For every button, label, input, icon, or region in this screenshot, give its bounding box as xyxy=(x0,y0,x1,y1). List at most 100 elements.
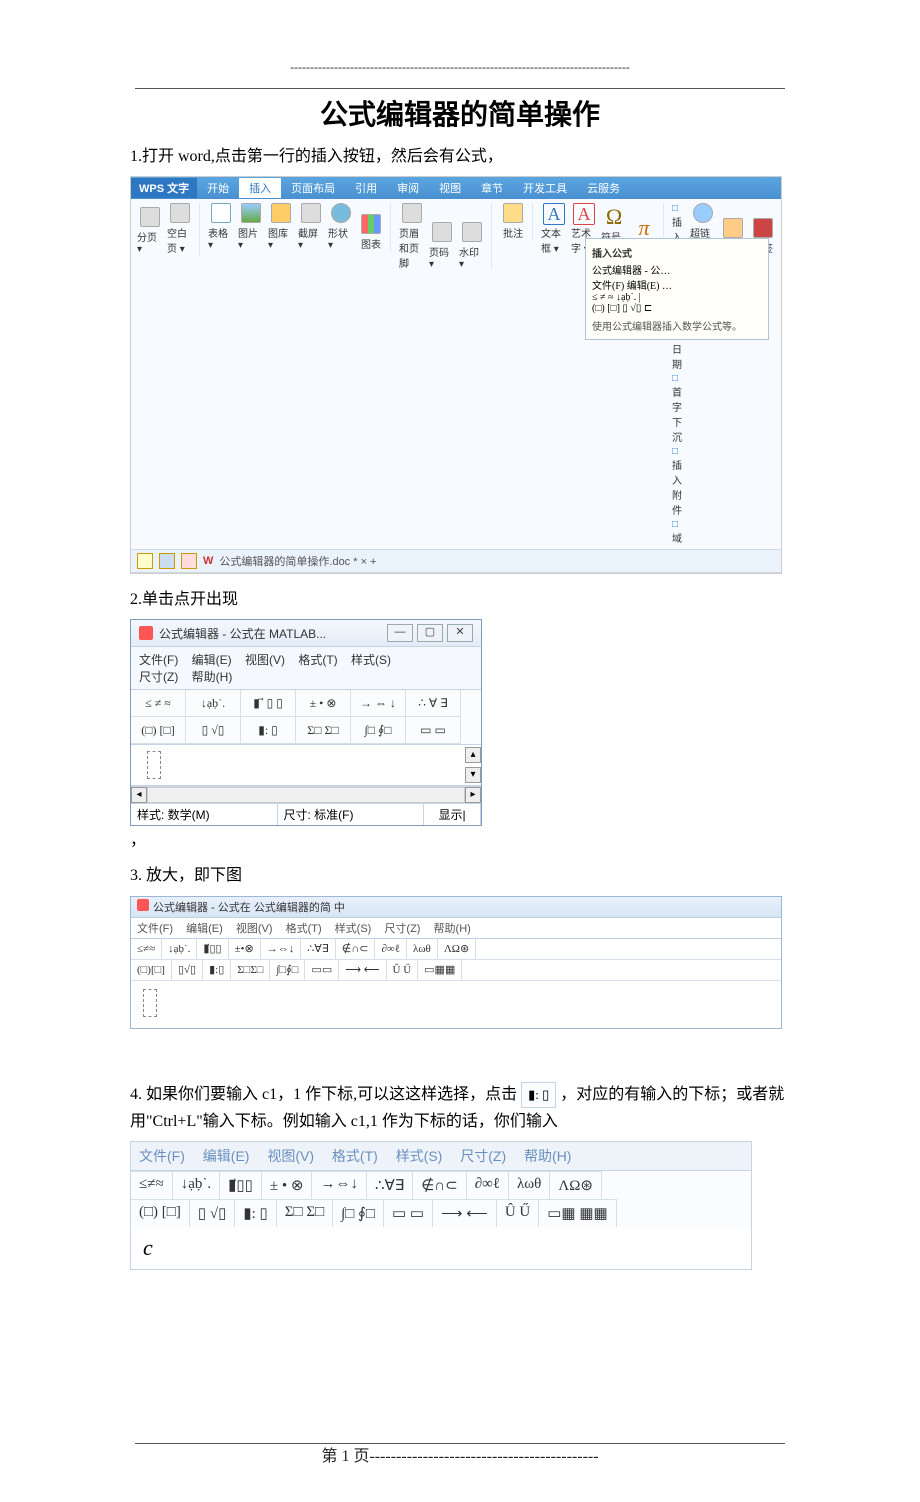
bs-r2-6[interactable]: ⟶ ⟵ xyxy=(433,1199,497,1227)
side-attachment[interactable]: 插入附件 xyxy=(672,446,682,517)
lg-menu-style[interactable]: 样式(S) xyxy=(335,923,372,935)
lg-r2-4[interactable]: ∫□∮□ xyxy=(270,960,305,980)
lg-r2-0[interactable]: (□)[□] xyxy=(131,960,172,980)
lg-menu-view[interactable]: 视图(V) xyxy=(236,923,273,935)
bs-r1-1[interactable]: ↓ạḅ˙. xyxy=(173,1171,220,1199)
eq-tool-integrals[interactable]: ∫□ ∮□ xyxy=(351,717,406,744)
eq-tool-sums[interactable]: Σ□ Σ□ xyxy=(296,717,351,744)
menu-style[interactable]: 样式(S) xyxy=(351,653,391,667)
lg-r2-8[interactable]: ▭▦▦ xyxy=(418,960,462,980)
tab-cloud[interactable]: 云服务 xyxy=(577,178,630,198)
eq-tool-subsup[interactable]: ▮: ▯ xyxy=(241,717,296,744)
bs-r2-8[interactable]: ▭▦ ▦▦ xyxy=(539,1199,616,1227)
bs-r2-4[interactable]: ∫□ ∮□ xyxy=(333,1199,384,1227)
tab-start[interactable]: 开始 xyxy=(197,178,239,198)
tab-review[interactable]: 审阅 xyxy=(387,178,429,198)
btn-chart[interactable]: 图表 xyxy=(358,214,384,251)
scroll-right-button[interactable]: ▸ xyxy=(465,787,481,803)
side-dropcap[interactable]: 首字下沉 xyxy=(672,373,682,444)
btn-blankpage[interactable]: 空白页 ▾ xyxy=(167,203,193,255)
lg-r1-2[interactable]: ▮⃗▯▯ xyxy=(197,939,228,959)
lg-r1-1[interactable]: ↓ạḅ˙. xyxy=(162,939,197,959)
menu-edit[interactable]: 编辑(E) xyxy=(192,653,232,667)
btn-gallery[interactable]: 图库 ▾ xyxy=(268,203,294,251)
btn-pagebreak[interactable]: 分页 ▾ xyxy=(137,207,163,255)
tab-devtools[interactable]: 开发工具 xyxy=(513,178,577,198)
bs-menu-format[interactable]: 格式(T) xyxy=(332,1148,378,1164)
quick-icon[interactable] xyxy=(137,553,153,569)
eq-tool-relations[interactable]: ≤ ≠ ≈ xyxy=(131,690,186,717)
bs-r2-5[interactable]: ▭ ▭ xyxy=(384,1199,433,1227)
bs-r2-3[interactable]: Σ□ Σ□ xyxy=(277,1199,333,1227)
menu-size[interactable]: 尺寸(Z) xyxy=(139,670,178,684)
lg-r1-9[interactable]: ΛΩ⊛ xyxy=(438,939,476,959)
eq-tool-fractions[interactable]: ▯ √▯ xyxy=(186,717,241,744)
bs-r1-8[interactable]: λωθ xyxy=(509,1171,550,1199)
bs-menu-view[interactable]: 视图(V) xyxy=(267,1148,314,1164)
lg-menu-help[interactable]: 帮助(H) xyxy=(434,923,471,935)
lg-menu-size[interactable]: 尺寸(Z) xyxy=(384,923,420,935)
bs-menu-file[interactable]: 文件(F) xyxy=(139,1148,185,1164)
eq-tool-spaces[interactable]: ▮ ⃗ ▯ ▯ xyxy=(241,690,296,717)
menu-help[interactable]: 帮助(H) xyxy=(192,670,233,684)
lg-r1-6[interactable]: ∉∩⊂ xyxy=(336,939,376,959)
btn-headerfooter[interactable]: 页眉和页脚 xyxy=(399,203,425,270)
eq-canvas[interactable]: ▴ ▾ xyxy=(131,745,481,786)
tab-view[interactable]: 视图 xyxy=(429,178,471,198)
eq-tool-logic[interactable]: ∴ ∀ ∃ xyxy=(406,690,461,717)
bs-r1-6[interactable]: ∉∩⊂ xyxy=(413,1171,466,1199)
bs-r2-0[interactable]: (□) [□] xyxy=(131,1199,190,1227)
tab-reference[interactable]: 引用 xyxy=(345,178,387,198)
lg-r1-0[interactable]: ≤≠≈ xyxy=(131,939,162,959)
lg-r1-3[interactable]: ±•⊗ xyxy=(229,939,261,959)
scroll-down-button[interactable]: ▾ xyxy=(465,767,481,783)
tab-pagelayout[interactable]: 页面布局 xyxy=(281,178,345,198)
lg-r1-4[interactable]: →⇔↓ xyxy=(261,939,302,959)
bs-r1-5[interactable]: ∴∀∃ xyxy=(367,1171,413,1199)
eq-input-slot[interactable] xyxy=(147,751,161,779)
lg-r2-6[interactable]: ⟶ ⟵ xyxy=(339,960,386,980)
btn-pagenum[interactable]: 页码 ▾ xyxy=(429,222,455,270)
lg-menu-edit[interactable]: 编辑(E) xyxy=(186,923,223,935)
menu-view[interactable]: 视图(V) xyxy=(245,653,285,667)
eq-tool-embellish[interactable]: ↓ạḅ˙. xyxy=(186,690,241,717)
eq-tool-operators[interactable]: ± • ⊗ xyxy=(296,690,351,717)
lg-r2-5[interactable]: ▭▭ xyxy=(305,960,339,980)
btn-watermark[interactable]: 水印 ▾ xyxy=(459,222,485,270)
status-show[interactable]: 显示| xyxy=(424,804,481,825)
bs-r1-3[interactable]: ± • ⊗ xyxy=(262,1171,313,1199)
bs-r1-0[interactable]: ≤≠≈ xyxy=(131,1171,173,1199)
bs-menu-edit[interactable]: 编辑(E) xyxy=(203,1148,250,1164)
btn-textbox[interactable]: A文本框 ▾ xyxy=(541,203,567,255)
eq-tool-arrows[interactable]: → ⇔ ↓ xyxy=(351,690,406,717)
bs-menu-size[interactable]: 尺寸(Z) xyxy=(460,1148,506,1164)
lg-r2-2[interactable]: ▮:▯ xyxy=(203,960,231,980)
lg-input-slot[interactable] xyxy=(143,989,157,1017)
btn-shapes[interactable]: 形状 ▾ xyxy=(328,203,354,251)
btn-comment[interactable]: 批注 xyxy=(500,203,526,240)
btn-picture[interactable]: 图片 ▾ xyxy=(238,203,264,251)
menu-format[interactable]: 格式(T) xyxy=(298,653,337,667)
doc-tab[interactable]: 公式编辑器的简单操作.doc * × + xyxy=(219,553,376,569)
bs-r1-7[interactable]: ∂∞ℓ xyxy=(467,1171,509,1199)
side-field[interactable]: 域 xyxy=(672,519,682,545)
bs-r2-1[interactable]: ▯ √▯ xyxy=(190,1199,236,1227)
close-button[interactable]: ✕ xyxy=(447,624,473,642)
lg-menu-file[interactable]: 文件(F) xyxy=(137,923,173,935)
undo-icon[interactable] xyxy=(181,553,197,569)
eq-tool-fences[interactable]: (□) [□] xyxy=(131,717,186,744)
bs-menu-style[interactable]: 样式(S) xyxy=(396,1148,443,1164)
tab-insert[interactable]: 插入 xyxy=(239,178,281,198)
tab-chapter[interactable]: 章节 xyxy=(471,178,513,198)
btn-table[interactable]: 表格 ▾ xyxy=(208,203,234,251)
lg-r1-5[interactable]: ∴∀∃ xyxy=(301,939,335,959)
lg-r1-8[interactable]: λωθ xyxy=(407,939,438,959)
bs-r2-7[interactable]: Û Ű xyxy=(497,1199,539,1227)
bs-r1-4[interactable]: →⇔↓ xyxy=(312,1171,367,1199)
bs-menu-help[interactable]: 帮助(H) xyxy=(524,1148,571,1164)
bs-r1-2[interactable]: ▮⃗▯▯ xyxy=(220,1171,262,1199)
btn-screenshot[interactable]: 截屏 ▾ xyxy=(298,203,324,251)
minimize-button[interactable]: — xyxy=(387,624,413,642)
scroll-up-button[interactable]: ▴ xyxy=(465,747,481,763)
save-icon[interactable] xyxy=(159,553,175,569)
